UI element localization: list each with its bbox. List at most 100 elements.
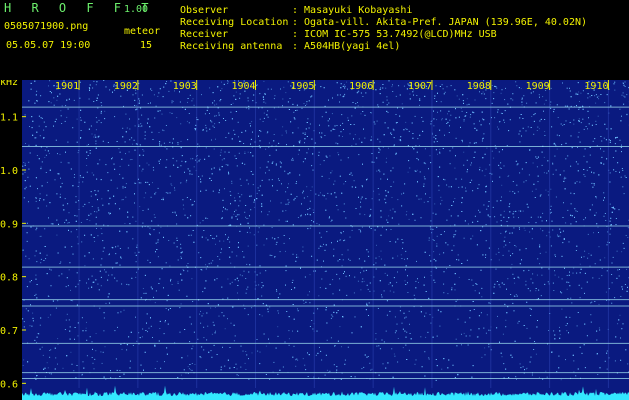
noise-dot: [485, 332, 487, 334]
noise-dot: [150, 325, 152, 327]
noise-dot: [259, 167, 261, 169]
noise-dot: [157, 187, 159, 189]
noise-dot: [536, 130, 538, 131]
noise-dot: [579, 297, 581, 299]
noise-dot: [86, 165, 88, 166]
observer-value: : Masayuki Kobayashi: [292, 5, 413, 16]
noise-dot: [158, 132, 160, 133]
noise-dot: [360, 272, 361, 274]
noise-dot: [261, 179, 263, 181]
noise-dot: [50, 223, 52, 225]
noise-dot: [497, 126, 498, 128]
spectrogram-plot: kHz 1.11.00.90.80.70.6 1901 1902 1903 1904 1…: [0, 80, 629, 400]
noise-dot: [397, 338, 399, 339]
noise-dot: [171, 185, 173, 186]
noise-dot: [261, 295, 263, 297]
noise-dot: [307, 196, 309, 198]
noise-dot: [164, 321, 166, 323]
noise-dot: [495, 253, 497, 255]
noise-dot: [165, 125, 167, 126]
noise-dot: [165, 262, 167, 264]
noise-dot: [32, 312, 34, 314]
noise-dot: [576, 325, 578, 327]
noise-dot: [444, 179, 446, 181]
noise-dot: [223, 158, 225, 160]
noise-dot: [342, 259, 344, 261]
noise-dot: [598, 327, 600, 329]
noise-dot: [498, 259, 500, 261]
noise-dot: [509, 190, 511, 192]
noise-dot: [341, 254, 343, 256]
noise-dot: [259, 272, 261, 274]
noise-dot: [526, 327, 528, 329]
noise-dot: [484, 354, 486, 356]
noise-dot: [584, 175, 586, 177]
noise-dot: [622, 186, 624, 188]
noise-dot: [593, 232, 594, 234]
noise-dot: [349, 236, 351, 238]
noise-dot: [116, 280, 118, 282]
noise-dot: [142, 222, 144, 224]
noise-dot: [297, 153, 299, 155]
noise-dot: [351, 174, 353, 176]
noise-dot: [560, 379, 562, 381]
noise-dot: [238, 205, 240, 207]
noise-dot: [449, 163, 451, 165]
noise-dot: [538, 376, 540, 378]
noise-dot: [575, 250, 577, 251]
noise-dot: [86, 219, 88, 220]
noise-dot: [318, 295, 320, 297]
noise-dot: [268, 169, 270, 171]
noise-dot: [614, 89, 616, 91]
noise-dot: [529, 307, 531, 309]
noise-dot: [326, 369, 328, 371]
noise-dot: [258, 284, 260, 286]
noise-dot: [626, 94, 628, 96]
noise-dot: [621, 151, 622, 153]
noise-dot: [237, 121, 239, 123]
noise-dot: [82, 181, 84, 183]
noise-dot: [88, 98, 90, 100]
noise-dot: [44, 228, 46, 230]
noise-dot: [343, 129, 344, 130]
noise-dot: [619, 314, 621, 316]
noise-dot: [285, 191, 287, 193]
noise-dot: [23, 359, 25, 361]
noise-dot: [454, 198, 456, 199]
noise-dot: [64, 120, 66, 122]
noise-dot: [261, 287, 263, 289]
noise-dot: [92, 87, 94, 89]
noise-dot: [23, 162, 25, 163]
noise-dot: [178, 289, 180, 291]
noise-dot: [537, 258, 539, 260]
noise-dot: [386, 99, 388, 101]
noise-dot: [444, 231, 445, 233]
noise-dot: [557, 234, 558, 236]
noise-dot: [319, 287, 321, 289]
noise-dot: [100, 276, 102, 278]
noise-dot: [466, 104, 468, 106]
noise-dot: [224, 365, 226, 367]
noise-dot: [471, 162, 472, 164]
noise-dot: [358, 154, 360, 156]
noise-dot: [474, 290, 476, 292]
noise-dot: [44, 149, 46, 151]
noise-dot: [140, 297, 142, 299]
noise-dot: [355, 143, 357, 145]
noise-dot: [285, 284, 286, 286]
noise-dot: [77, 283, 79, 285]
noise-dot: [513, 211, 515, 213]
noise-dot: [603, 192, 605, 194]
noise-dot: [478, 209, 479, 211]
noise-dot: [424, 148, 426, 150]
noise-dot: [589, 96, 591, 98]
noise-dot: [461, 344, 462, 346]
noise-dot: [407, 292, 409, 293]
noise-dot: [240, 366, 242, 368]
noise-dot: [125, 196, 127, 198]
noise-dot: [601, 267, 603, 269]
noise-dot: [292, 279, 294, 281]
noise-dot: [393, 353, 395, 355]
noise-dot: [288, 183, 289, 185]
noise-dot: [112, 157, 113, 159]
